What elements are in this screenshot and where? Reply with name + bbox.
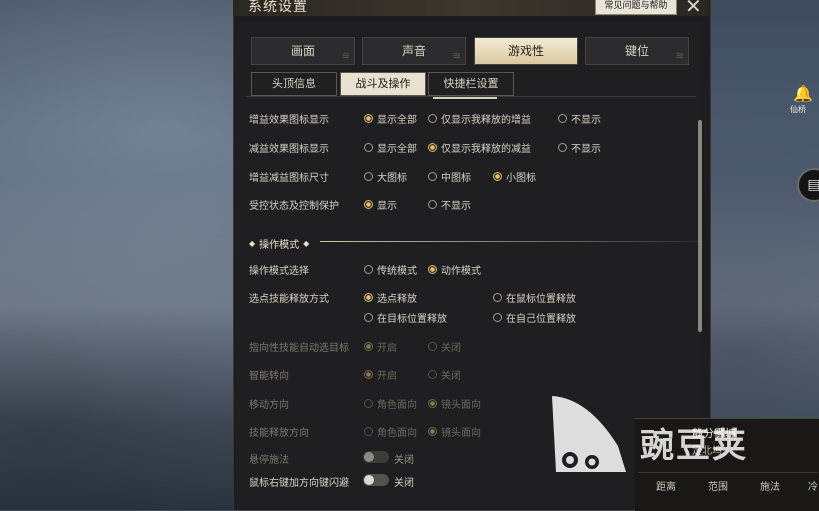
control-hide-radio[interactable]: 不显示 [428,197,471,212]
mode-classic-radio[interactable]: 传统模式 [364,262,417,277]
diamond-icon: ◆ [303,239,310,248]
radio-icon [364,313,373,322]
hover-cast-label: 悬停施法 [249,455,289,466]
radio-checked-icon [364,114,373,123]
radio-icon [493,293,502,302]
auto-target-off-radio: 关闭 [428,339,461,354]
debuff-none-radio[interactable]: 不显示 [558,140,601,155]
cast-mode-label: 选点技能释放方式 [249,294,329,305]
radio-checked-icon [493,172,502,181]
buff-none-radio[interactable]: 不显示 [558,111,601,126]
cast-mouse-pos-radio[interactable]: 在鼠标位置释放 [493,290,576,305]
radio-icon [428,172,437,181]
diamond-icon: ◆ [249,239,256,248]
radio-checked-icon [364,200,373,209]
smart-turn-off-radio: 关闭 [428,367,461,382]
auto-target-on-radio: 开启 [364,339,397,354]
rmb-dodge-toggle[interactable] [363,474,389,486]
cast-select-point-radio[interactable]: 选点释放 [364,290,417,305]
move-dir-character-radio: 角色面向 [364,396,417,411]
hover-cast-toggle[interactable] [363,451,389,463]
col-cast: 施法 [760,482,780,493]
radio-checked-icon [428,399,437,408]
scrollbar[interactable] [698,120,702,332]
cast-target-pos-radio[interactable]: 在目标位置释放 [364,310,447,325]
debuff-icon-label: 减益效果图标显示 [249,144,329,155]
auto-target-label: 指向性技能自动选目标 [249,343,349,354]
debuff-mine-radio[interactable]: 仅显示我释放的减益 [428,140,531,155]
buff-icon-label: 增益效果图标显示 [249,115,329,126]
watermark-text: 豌豆荚 [640,426,748,466]
radio-icon [558,143,567,152]
cloud-ornament-icon: ≋ [452,51,461,62]
cloud-ornament-icon: ≋ [675,51,684,62]
icon-size-large-radio[interactable]: 大图标 [364,169,407,184]
watermark-logo-icon [552,396,626,472]
radio-checked-icon [364,342,373,351]
smart-turn-label: 智能转向 [249,371,289,382]
radio-icon [558,114,567,123]
subtab-combat[interactable]: 战斗及操作 [340,72,426,96]
col-distance: 距离 [656,482,676,493]
radio-checked-icon [364,293,373,302]
cloud-ornament-icon: ≋ [341,51,350,62]
radio-checked-icon [428,143,437,152]
icon-size-small-radio[interactable]: 小图标 [493,169,536,184]
skill-dir-camera-radio: 镜头面向 [428,424,481,439]
cast-self-pos-radio[interactable]: 在自己位置释放 [493,310,576,325]
side-label: 仙桥 [790,105,806,114]
control-show-radio[interactable]: 显示 [364,197,397,212]
bell-icon[interactable]: 🔔 [793,84,813,103]
section-operation-mode: ◆ 操作模式 ◆ [249,239,310,251]
radio-icon [364,265,373,274]
radio-icon [493,313,502,322]
skill-dir-character-radio: 角色面向 [364,424,417,439]
move-dir-label: 移动方向 [249,400,289,411]
hover-cast-state: 关闭 [394,455,414,466]
op-mode-label: 操作模式选择 [249,266,309,277]
radio-checked-icon [428,427,437,436]
radio-icon [364,427,373,436]
radio-icon [428,114,437,123]
col-cooldown: 冷 [808,482,818,493]
section-divider [320,241,698,242]
icon-size-label: 增益减益图标尺寸 [249,173,329,184]
control-state-label: 受控状态及控制保护 [249,201,339,212]
icon-size-medium-radio[interactable]: 中图标 [428,169,471,184]
skill-dir-label: 技能释放方向 [249,428,309,439]
subtab-overhead-info[interactable]: 头顶信息 [251,72,337,96]
radio-checked-icon [364,370,373,379]
tab-sound[interactable]: 声音 ≋ [362,37,466,65]
radio-icon [428,370,437,379]
window-title: 系统设置 [248,0,308,15]
move-dir-camera-radio: 镜头面向 [428,396,481,411]
close-icon[interactable]: ✕ [685,0,702,18]
col-range: 范围 [708,482,728,493]
subtab-hotbar[interactable]: 快捷栏设置 [428,72,514,96]
smart-turn-on-radio: 开启 [364,367,397,382]
divider [246,96,696,97]
radio-icon [364,143,373,152]
radio-icon [428,342,437,351]
buff-mine-radio[interactable]: 仅显示我释放的增益 [428,111,531,126]
radio-icon [364,399,373,408]
mode-action-radio[interactable]: 动作模式 [428,262,481,277]
radio-icon [428,200,437,209]
rmb-dodge-state: 关闭 [394,478,414,489]
radio-icon [364,172,373,181]
tab-graphics[interactable]: 画面 ≋ [251,37,355,65]
rmb-dodge-label: 鼠标右键加方向键闪避 [249,478,349,489]
tab-gameplay[interactable]: 游戏性 [474,37,578,65]
subtab-underline [433,97,497,99]
help-button[interactable]: 常见问题与帮助 [595,0,677,15]
tab-keybinds[interactable]: 键位 ≋ [585,37,689,65]
buff-show-all-radio[interactable]: 显示全部 [364,111,417,126]
radio-checked-icon [428,265,437,274]
divider [638,472,818,473]
debuff-show-all-radio[interactable]: 显示全部 [364,140,417,155]
